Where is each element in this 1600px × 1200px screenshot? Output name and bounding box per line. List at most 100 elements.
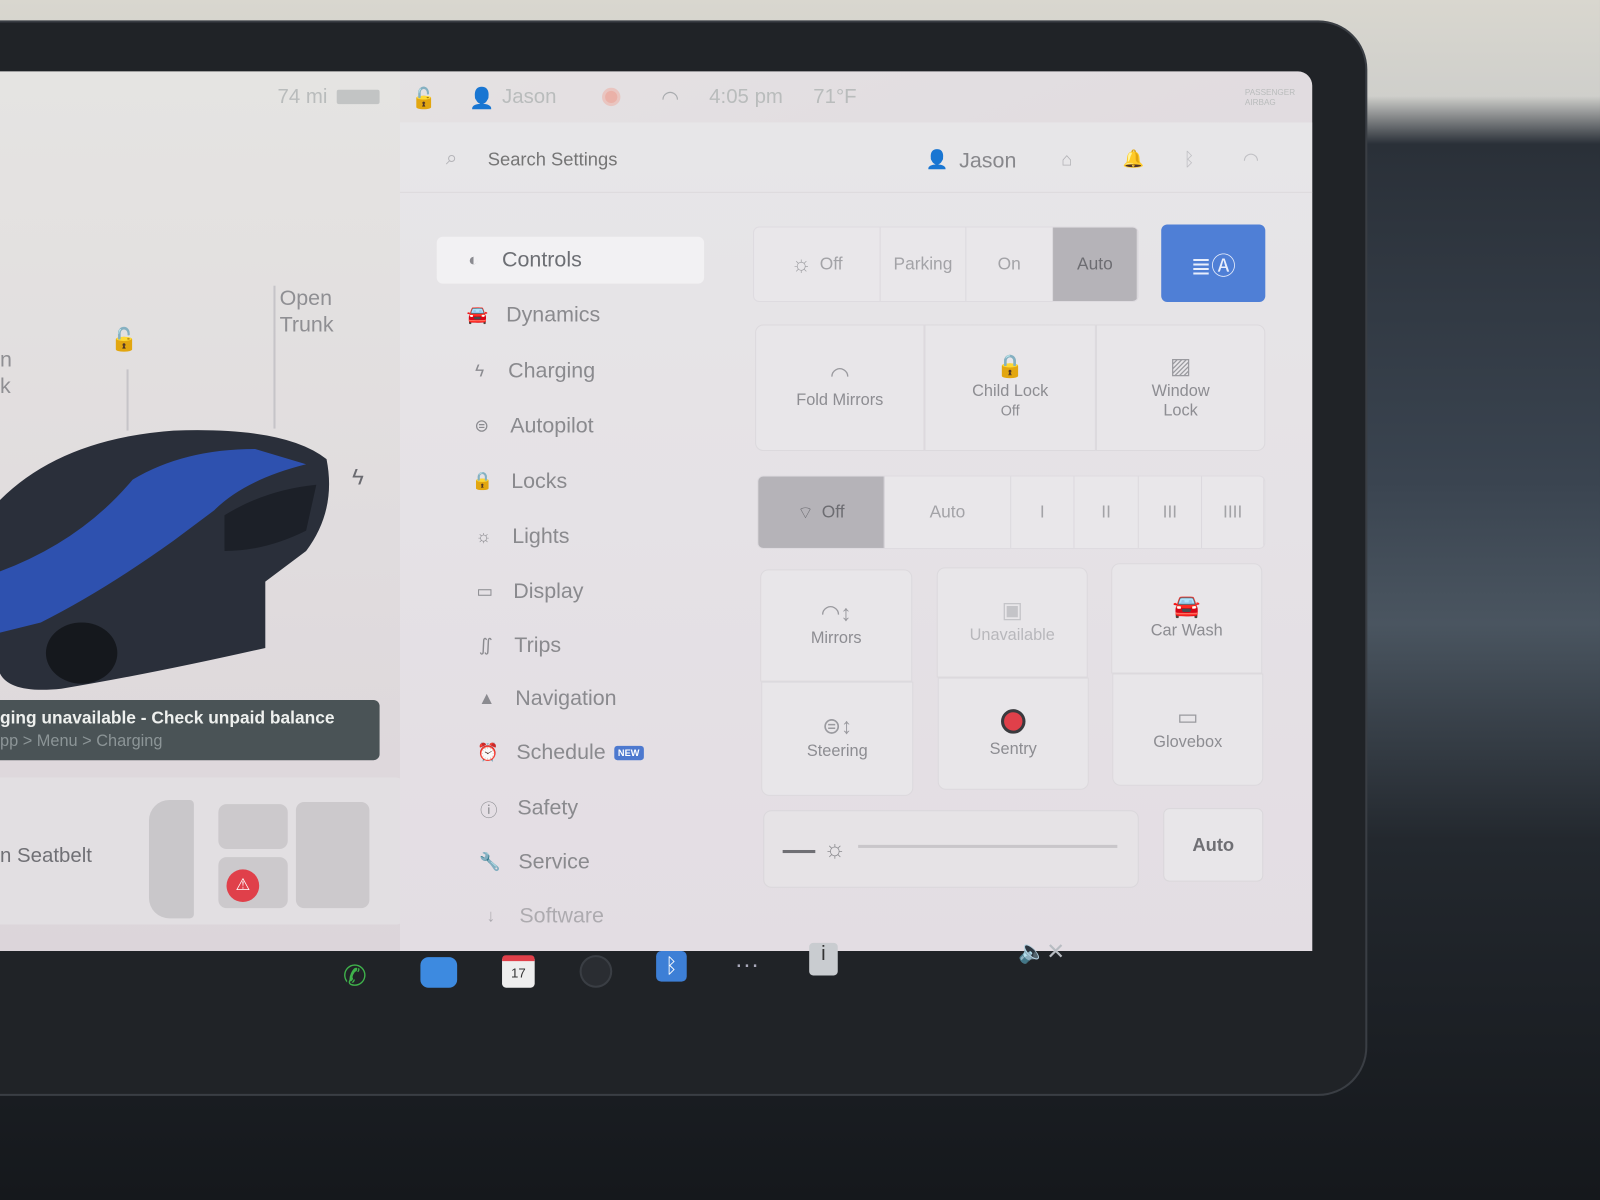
sidebar-item-schedule[interactable]: ⏰ Schedule NEW bbox=[451, 730, 718, 777]
divider bbox=[399, 191, 1313, 193]
label: Off bbox=[821, 502, 845, 522]
bluetooth-icon[interactable]: ᛒ bbox=[656, 951, 687, 982]
navigation-icon: ▲ bbox=[478, 688, 496, 709]
wipers-speed-2-button[interactable]: II bbox=[1074, 476, 1139, 548]
car-panel: nk 🔓 Open Trunk ϟ ging unavailable - Chec… bbox=[0, 71, 407, 952]
lock-icon: 🔒 bbox=[471, 471, 494, 491]
passenger-seat bbox=[218, 804, 288, 849]
slider-track[interactable] bbox=[858, 844, 1118, 848]
label: Steering bbox=[806, 742, 868, 761]
charge-port-icon[interactable]: ϟ bbox=[352, 464, 364, 491]
sidebar-item-display[interactable]: ▭ Display bbox=[448, 568, 715, 615]
car-wash-button[interactable]: 🚘 Car Wash bbox=[1111, 563, 1263, 674]
sentry-icon[interactable] bbox=[602, 87, 621, 107]
sidebar-item-navigation[interactable]: ▲ Navigation bbox=[450, 676, 717, 723]
sidebar-item-trips[interactable]: ∬ Trips bbox=[449, 622, 716, 669]
user-icon: 👤 bbox=[469, 87, 495, 111]
display-icon: ▭ bbox=[476, 581, 493, 602]
child-lock-state: Off bbox=[1000, 401, 1020, 418]
wifi-icon[interactable]: ◠ bbox=[1243, 149, 1259, 170]
open-trunk-button[interactable]: Open Trunk bbox=[280, 286, 334, 339]
brightness-slider[interactable]: ☼ bbox=[763, 810, 1139, 888]
lights-parking-button[interactable]: Parking bbox=[881, 227, 967, 302]
passenger-airbag-indicator: PASSENGER AIRBAG bbox=[1244, 87, 1296, 108]
user-icon: 👤 bbox=[925, 148, 949, 170]
search-icon[interactable]: ⌕ bbox=[446, 147, 457, 170]
lights-auto-button[interactable]: Auto bbox=[1053, 227, 1138, 302]
label-2: Lock bbox=[1163, 401, 1198, 419]
trips-icon: ∬ bbox=[478, 635, 493, 656]
sidebar-item-dynamics[interactable]: 🚘 Dynamics bbox=[441, 292, 708, 339]
lock-icon[interactable]: 🔓 bbox=[411, 86, 436, 112]
steering-adjust-button[interactable]: ⊜↕ Steering bbox=[761, 681, 914, 796]
more-icon[interactable]: ··· bbox=[735, 951, 759, 980]
child-lock-button[interactable]: 🔒 Child Lock Off bbox=[924, 324, 1096, 452]
unavailable-button: ▣ Unavailable bbox=[936, 567, 1088, 678]
toggle-icon: ◐ bbox=[468, 249, 479, 270]
label: Locks bbox=[511, 469, 568, 493]
auto-high-beam-button[interactable]: ≣Ⓐ bbox=[1161, 224, 1266, 303]
label: Controls bbox=[502, 247, 582, 272]
auto-high-beam-icon: ≣Ⓐ bbox=[1190, 252, 1236, 281]
sidebar-item-charging[interactable]: ϟ Charging bbox=[443, 348, 710, 395]
brightness-auto-button[interactable]: Auto bbox=[1163, 808, 1264, 882]
camera-icon[interactable] bbox=[579, 955, 613, 988]
alert-icon: ⓘ bbox=[480, 800, 498, 820]
sidebar-item-safety[interactable]: ⓘ Safety bbox=[452, 785, 719, 832]
home-icon[interactable]: ⌂ bbox=[1061, 149, 1072, 170]
label: Service bbox=[518, 849, 590, 874]
wipers-speed-4-button[interactable]: IIII bbox=[1202, 476, 1265, 548]
settings-panel: ⌕ 👤 Jason ⌂ 🔔 ᛒ ◠ ◐ Controls 🚘 Dynamics ϟ C… bbox=[399, 122, 1313, 952]
driver-name[interactable]: Jason bbox=[502, 86, 556, 109]
wipers-auto-button[interactable]: Auto bbox=[885, 476, 1012, 548]
wipers-speed-1-button[interactable]: I bbox=[1011, 476, 1075, 548]
phone-icon[interactable]: ✆ bbox=[343, 959, 367, 993]
open-frunk-label: n bbox=[0, 347, 12, 372]
sidebar-item-lights[interactable]: ☼ Lights bbox=[447, 513, 714, 560]
steering-wheel-icon: ⊜↕ bbox=[822, 713, 853, 739]
search-input[interactable] bbox=[487, 148, 794, 171]
bluetooth-icon[interactable]: ᛒ bbox=[1184, 149, 1195, 170]
touchscreen: nk 🔓 Open Trunk ϟ ging unavailable - Chec… bbox=[0, 71, 1313, 952]
toybox-icon[interactable]: i bbox=[809, 942, 838, 976]
sidebar-item-service[interactable]: 🔧 Service bbox=[453, 839, 720, 886]
open-frunk-button[interactable]: nk bbox=[0, 347, 12, 400]
volume-mute-icon[interactable]: 🔈✕ bbox=[1018, 939, 1065, 966]
wipers-speed-3-button[interactable]: III bbox=[1139, 476, 1203, 548]
glovebox-button[interactable]: ▭ Glovebox bbox=[1112, 673, 1264, 786]
wipers-off-button[interactable]: ⌔ Off bbox=[758, 476, 885, 548]
bell-icon[interactable]: 🔔 bbox=[1122, 149, 1144, 169]
calendar-day: 17 bbox=[510, 965, 526, 981]
lights-off-button[interactable]: ☼ Off bbox=[754, 227, 881, 302]
seatbelt-alert-icon: ⚠ bbox=[226, 869, 260, 903]
window-lock-button[interactable]: ▨ Window Lock bbox=[1095, 324, 1266, 452]
car-icon: 🚘 bbox=[466, 305, 489, 325]
charging-notification[interactable]: ging unavailable - Check unpaid balance … bbox=[0, 699, 380, 761]
label: Autopilot bbox=[510, 414, 594, 438]
lights-on-button[interactable]: On bbox=[966, 227, 1054, 302]
label: Display bbox=[513, 579, 584, 604]
label: Trips bbox=[514, 633, 562, 658]
glovebox-icon: ▭ bbox=[1177, 704, 1199, 730]
fold-mirrors-button[interactable]: ◠ Fold Mirrors bbox=[755, 324, 925, 452]
sidebar-item-autopilot[interactable]: ⊜ Autopilot bbox=[445, 403, 712, 450]
download-icon: ↓ bbox=[486, 906, 496, 926]
leader-line bbox=[273, 285, 276, 429]
wipers-control: ⌔ Off Auto I II III IIII bbox=[757, 475, 1266, 549]
mirror-icon: ◠ bbox=[829, 362, 850, 388]
label: Lights bbox=[512, 524, 570, 548]
sidebar-item-locks[interactable]: 🔒 Locks bbox=[446, 458, 713, 505]
seatbelt-label: n Seatbelt bbox=[0, 844, 92, 868]
battery-icon bbox=[336, 89, 380, 105]
profile-button[interactable]: Jason bbox=[959, 149, 1016, 173]
sentry-button[interactable]: Sentry bbox=[937, 677, 1089, 790]
window-lock-icon: ▨ bbox=[1169, 352, 1192, 379]
sidebar-item-software[interactable]: ↓ Software bbox=[454, 893, 721, 940]
status-bar: 74 mi 🔓 👤 Jason ◠ 4:05 pm 71°F PASSENGER… bbox=[0, 71, 1312, 122]
messages-icon[interactable] bbox=[420, 957, 458, 988]
mirrors-adjust-button[interactable]: ◠↕ Mirrors bbox=[760, 569, 913, 682]
car-icon: 🚘 bbox=[1172, 592, 1201, 619]
unlock-icon[interactable]: 🔓 bbox=[110, 327, 138, 354]
calendar-icon[interactable]: 17 bbox=[502, 955, 535, 988]
sidebar-item-controls[interactable]: ◐ Controls bbox=[436, 236, 705, 284]
